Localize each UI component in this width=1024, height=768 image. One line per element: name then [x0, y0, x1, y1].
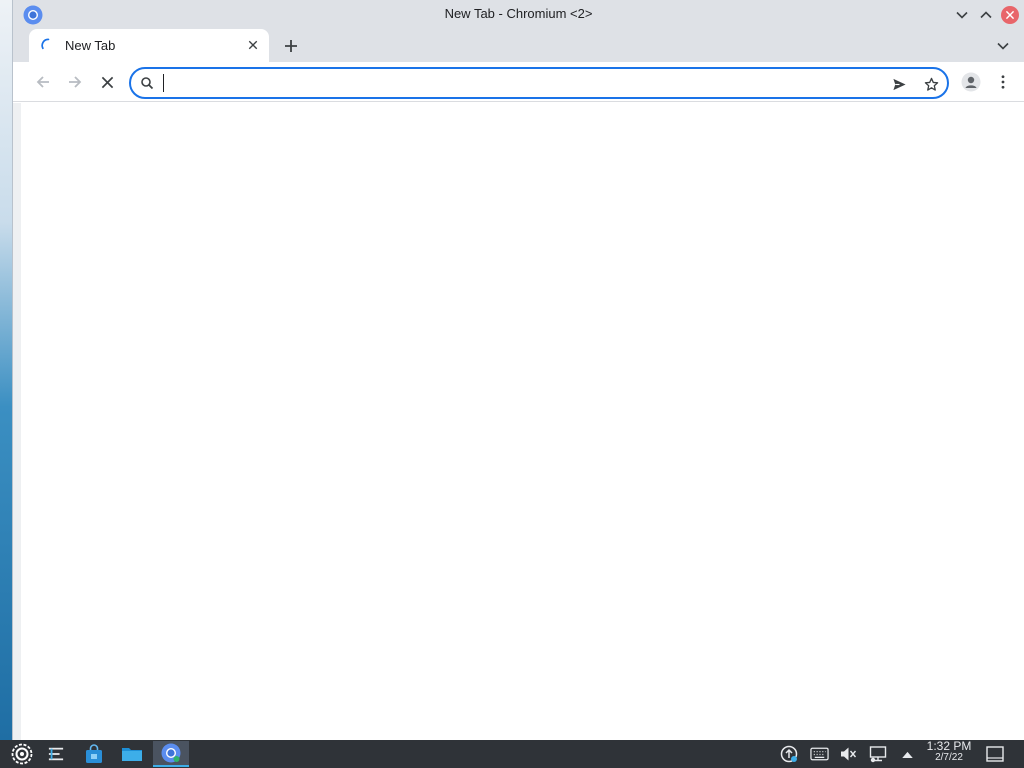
bookmark-button[interactable]: [921, 74, 941, 94]
app-menu-icon: [48, 747, 64, 761]
tab-new-tab[interactable]: New Tab: [29, 29, 269, 62]
folder-icon: [122, 748, 142, 761]
show-hidden-icons-button[interactable]: [896, 744, 918, 764]
new-tab-button[interactable]: [279, 34, 303, 58]
show-desktop-button[interactable]: [984, 743, 1006, 765]
software-store-button[interactable]: [77, 741, 111, 767]
close-icon: [101, 76, 113, 88]
triangle-up-icon: [901, 751, 913, 758]
loading-spinner-icon: [41, 38, 50, 50]
show-desktop-icon: [986, 746, 1004, 762]
application-menu-button[interactable]: [39, 741, 73, 767]
volume-button[interactable]: [837, 744, 859, 764]
maximize-button[interactable]: [975, 4, 997, 26]
browser-menu-button[interactable]: [989, 68, 1017, 96]
close-tab-button[interactable]: [245, 37, 261, 53]
file-manager-button[interactable]: [115, 741, 149, 767]
app-launcher-button[interactable]: [5, 741, 39, 767]
close-window-circle: [1001, 6, 1019, 24]
address-input[interactable]: [161, 73, 881, 93]
gear-icon: [11, 743, 33, 765]
close-window-button[interactable]: [999, 4, 1021, 26]
chevron-down-icon: [956, 11, 968, 19]
tab-strip: New Tab: [13, 29, 1024, 62]
clock-time: 1:32 PM: [926, 739, 972, 753]
volume-muted-icon: [841, 747, 857, 761]
forward-button[interactable]: [61, 68, 89, 96]
title-bar[interactable]: New Tab - Chromium <2>: [13, 0, 1024, 29]
browser-window: New Tab - Chromium <2> New Tab: [12, 0, 1024, 740]
minimize-button[interactable]: [951, 4, 973, 26]
profile-button[interactable]: [957, 68, 985, 96]
clock[interactable]: 1:32 PM 2/7/22: [920, 739, 978, 763]
keyboard-layout-button[interactable]: [808, 744, 830, 764]
desktop-background: [0, 0, 12, 740]
page-content: [13, 103, 1024, 740]
chevron-up-icon: [980, 11, 992, 19]
keyboard-icon: [809, 747, 829, 761]
text-caret: [163, 74, 164, 92]
taskbar: 1:32 PM 2/7/22: [0, 740, 1024, 768]
stop-loading-button[interactable]: [93, 68, 121, 96]
tab-title: New Tab: [65, 38, 116, 53]
toolbar: [13, 62, 1024, 102]
kebab-menu-icon: [1001, 75, 1005, 89]
arrow-left-icon: [36, 76, 49, 88]
window-title: New Tab - Chromium <2>: [444, 6, 593, 21]
update-icon: [780, 745, 798, 763]
tab-search-button[interactable]: [991, 34, 1015, 58]
shopping-bag-icon: [86, 744, 102, 763]
close-icon: [248, 40, 258, 50]
updates-tray-button[interactable]: [778, 744, 800, 764]
taskbar-chromium-button[interactable]: [153, 741, 189, 767]
close-icon: [1005, 10, 1015, 20]
send-icon: [892, 78, 906, 90]
address-bar[interactable]: [129, 67, 949, 99]
arrow-right-icon: [69, 76, 82, 88]
back-button[interactable]: [29, 68, 57, 96]
plus-icon: [285, 40, 297, 52]
network-wired-icon: [869, 746, 887, 763]
profile-icon: [961, 72, 981, 92]
star-icon: [924, 77, 938, 91]
chevron-down-icon: [997, 42, 1009, 50]
send-to-devices-button[interactable]: [889, 74, 909, 94]
search-icon: [141, 77, 154, 90]
clock-date: 2/7/22: [935, 752, 963, 763]
network-button[interactable]: [867, 744, 889, 764]
chromium-icon: [161, 743, 181, 763]
